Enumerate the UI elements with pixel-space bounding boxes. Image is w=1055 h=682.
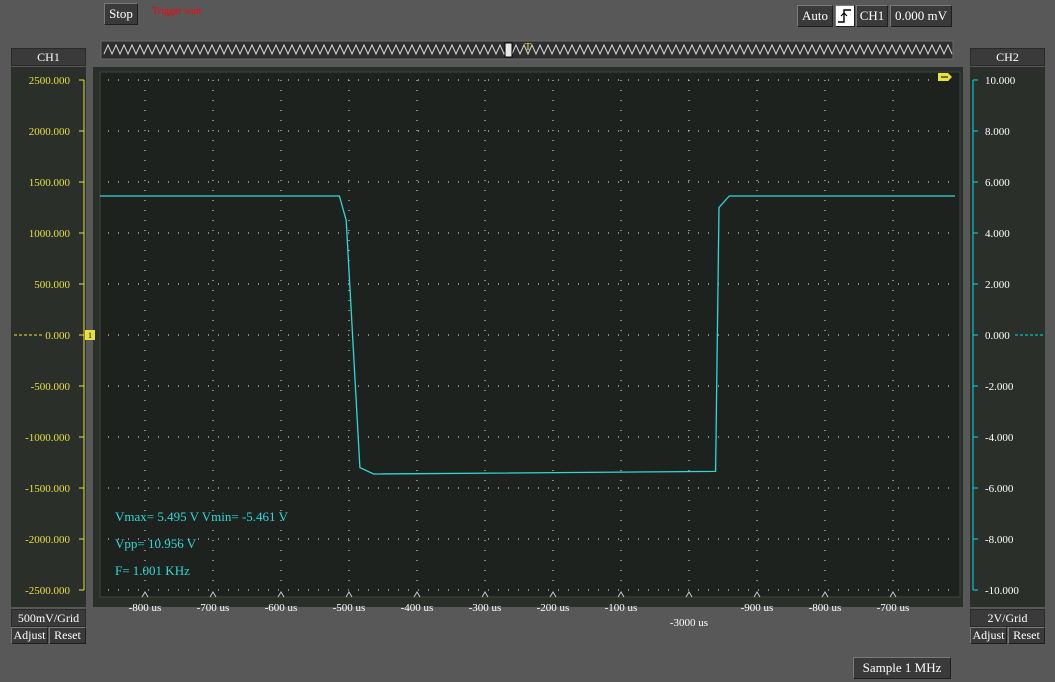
x-tick-label: -600 us (265, 602, 298, 614)
x-tick-label: -100 us (605, 602, 638, 614)
measurement-vmax-vmin: Vmax= 5.495 V Vmin= -5.461 V (115, 509, 289, 524)
oscilloscope-display: T 2500.000 2000.000 1500.000 1000.000 500.000… (11, 40, 1045, 629)
ch1-tick-label: -1000.000 (25, 432, 70, 444)
ch1-tick-label: 2000.000 (29, 126, 71, 138)
ch2-tick-label: -8.000 (985, 534, 1014, 546)
overview-window-marker[interactable] (504, 42, 513, 58)
x-tick-label: -400 us (401, 602, 434, 614)
ch1-tick-label: -500.000 (31, 381, 71, 393)
ch1-tick-label: -2000.000 (25, 534, 70, 546)
ch2-tick-label: -10.000 (985, 585, 1019, 597)
measurement-vpp: Vpp= 10.956 V (115, 536, 197, 551)
ch2-tick-label: 4.000 (985, 228, 1010, 240)
x-tick-label: -200 us (537, 602, 570, 614)
ch2-tick-label: -6.000 (985, 483, 1014, 495)
ch1-offset-marker-label: 1 (88, 331, 92, 340)
ch2-tick-label: -2.000 (985, 381, 1014, 393)
ch2-tick-label: 0.000 (985, 330, 1010, 342)
ch1-tick-label: 2500.000 (29, 75, 71, 87)
x-tick-label: -900 us (741, 602, 774, 614)
ch1-tick-label: 500.000 (34, 279, 70, 291)
ch2-tick-label: 8.000 (985, 126, 1010, 138)
measurement-frequency: F= 1.001 KHz (115, 563, 190, 578)
ch2-tick-label: 10.000 (985, 75, 1016, 87)
x-tick-label: -800 us (129, 602, 162, 614)
ch2-tick-label: 2.000 (985, 279, 1010, 291)
x-tick-label: -300 us (469, 602, 502, 614)
x-tick-label: -800 us (809, 602, 842, 614)
x-offset-label: -3000 us (670, 617, 708, 629)
x-tick-label: -700 us (877, 602, 910, 614)
ch2-tick-label: -4.000 (985, 432, 1014, 444)
ch2-tick-label: 6.000 (985, 177, 1010, 189)
x-tick-label: -500 us (333, 602, 366, 614)
overview-trigger-marker: T (525, 41, 532, 53)
ch1-tick-label: 0.000 (45, 330, 70, 342)
ch1-tick-label: 1500.000 (29, 177, 71, 189)
x-tick-label: -700 us (197, 602, 230, 614)
ch1-tick-label: 1000.000 (29, 228, 71, 240)
ch1-tick-label: -1500.000 (25, 483, 70, 495)
ch1-tick-label: -2500.000 (25, 585, 70, 597)
